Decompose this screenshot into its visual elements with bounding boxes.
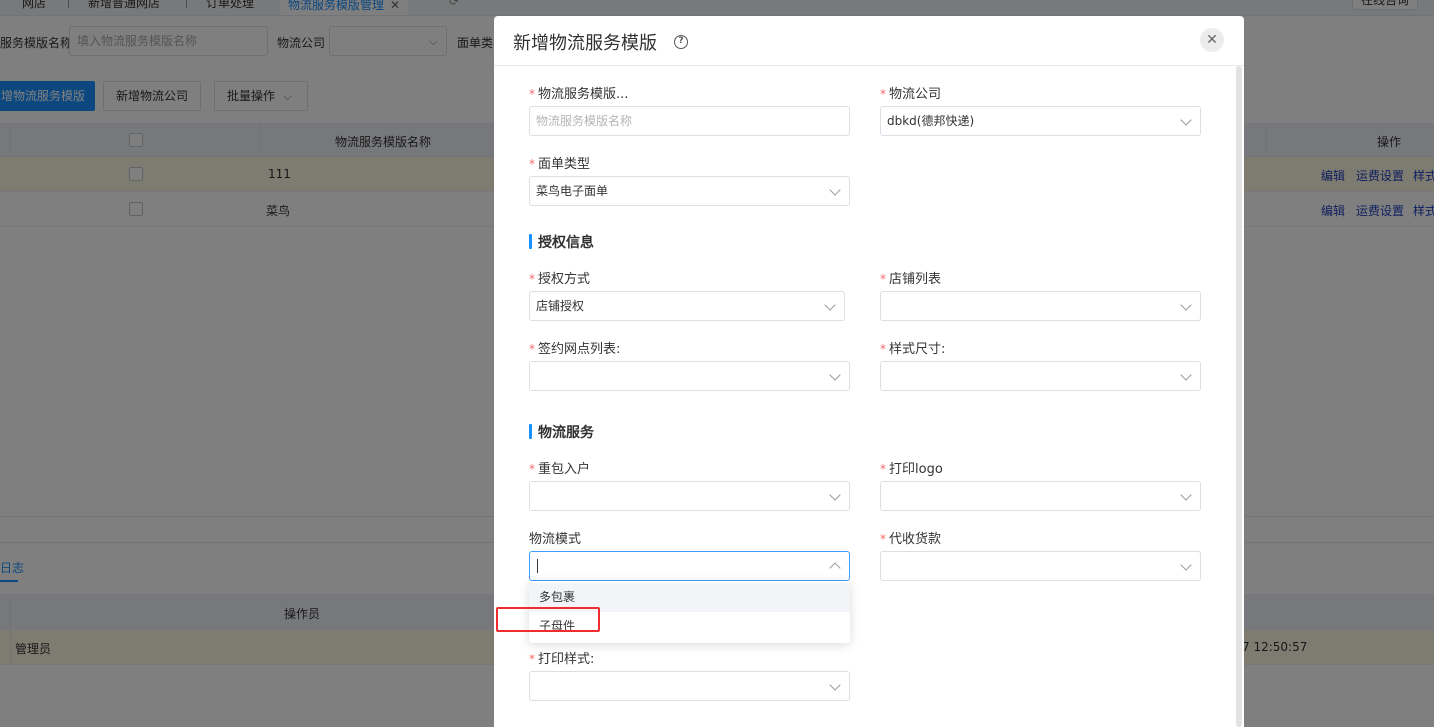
- chevron-down-icon: [829, 489, 841, 501]
- cod-label: * 代收货款: [880, 532, 942, 547]
- auth-mode-label-text: 授权方式: [538, 272, 591, 287]
- company-label: * 物流公司: [880, 87, 942, 102]
- shop-list-label: * 店铺列表: [880, 272, 942, 287]
- text-cursor: [537, 559, 538, 573]
- chevron-down-icon: [829, 679, 841, 691]
- print-logo-label: * 打印logo: [880, 462, 943, 477]
- dialog-scrollbar[interactable]: [1236, 66, 1242, 727]
- style-size-select[interactable]: [880, 361, 1201, 391]
- auth-mode-label: * 授权方式: [529, 272, 591, 287]
- sheet-type-label: * 面单类型: [529, 157, 591, 172]
- logistics-mode-label: 物流模式: [529, 528, 581, 547]
- company-select[interactable]: dbkd(德邦快递): [880, 106, 1201, 136]
- chevron-down-icon: [1180, 114, 1192, 126]
- auth-section-title: 授权信息: [529, 232, 594, 252]
- print-logo-select[interactable]: [880, 481, 1201, 511]
- reweigh-select[interactable]: [529, 481, 850, 511]
- auth-mode-select[interactable]: 店铺授权: [529, 291, 845, 321]
- template-name-label: * 物流服务模版...: [529, 87, 629, 102]
- sheet-type-label-text: 面单类型: [538, 157, 591, 172]
- template-name-label-text: 物流服务模版...: [538, 87, 629, 102]
- help-icon[interactable]: ?: [674, 35, 688, 49]
- outlet-list-label-text: 签约网点列表:: [538, 342, 621, 357]
- chevron-down-icon: [1180, 369, 1192, 381]
- dialog-title: 新增物流服务模版: [513, 33, 657, 54]
- print-style-label-text: 打印样式:: [538, 652, 595, 667]
- chevron-down-icon: [829, 184, 841, 196]
- print-logo-label-text: 打印logo: [889, 462, 943, 477]
- logistics-mode-label-text: 物流模式: [529, 532, 582, 547]
- cod-select[interactable]: [880, 551, 1201, 581]
- outlet-list-select[interactable]: [529, 361, 850, 391]
- reweigh-label-text: 重包入户: [538, 462, 591, 477]
- company-label-text: 物流公司: [889, 87, 942, 102]
- chevron-up-icon: [829, 562, 841, 574]
- auth-mode-value: 店铺授权: [536, 299, 585, 313]
- company-value: dbkd(德邦快递): [887, 114, 975, 128]
- template-name-input[interactable]: 物流服务模版名称: [529, 106, 850, 136]
- cod-label-text: 代收货款: [889, 532, 942, 547]
- service-section-title: 物流服务: [529, 422, 594, 442]
- add-template-dialog: 新增物流服务模版 ? ✕ * 物流服务模版... 物流服务模版名称 * 物流公司 d…: [494, 16, 1244, 727]
- close-button[interactable]: ✕: [1200, 28, 1224, 52]
- chevron-down-icon: [1180, 559, 1192, 571]
- logistics-mode-select[interactable]: [529, 551, 850, 581]
- shop-list-select[interactable]: [880, 291, 1201, 321]
- sheet-type-value: 菜鸟电子面单: [536, 184, 609, 198]
- outlet-list-label: * 签约网点列表:: [529, 342, 621, 357]
- chevron-down-icon: [1180, 489, 1192, 501]
- print-style-label: * 打印样式:: [529, 652, 595, 667]
- style-size-label-text: 样式尺寸:: [889, 342, 946, 357]
- dialog-header: 新增物流服务模版 ? ✕: [494, 16, 1244, 66]
- chevron-down-icon: [1180, 299, 1192, 311]
- chevron-down-icon: [824, 299, 836, 311]
- style-size-label: * 样式尺寸:: [880, 342, 946, 357]
- chevron-down-icon: [829, 369, 841, 381]
- highlight-box: [496, 607, 600, 632]
- reweigh-label: * 重包入户: [529, 462, 591, 477]
- sheet-type-select[interactable]: 菜鸟电子面单: [529, 176, 850, 206]
- shop-list-label-text: 店铺列表: [889, 272, 942, 287]
- print-style-select[interactable]: [529, 671, 850, 701]
